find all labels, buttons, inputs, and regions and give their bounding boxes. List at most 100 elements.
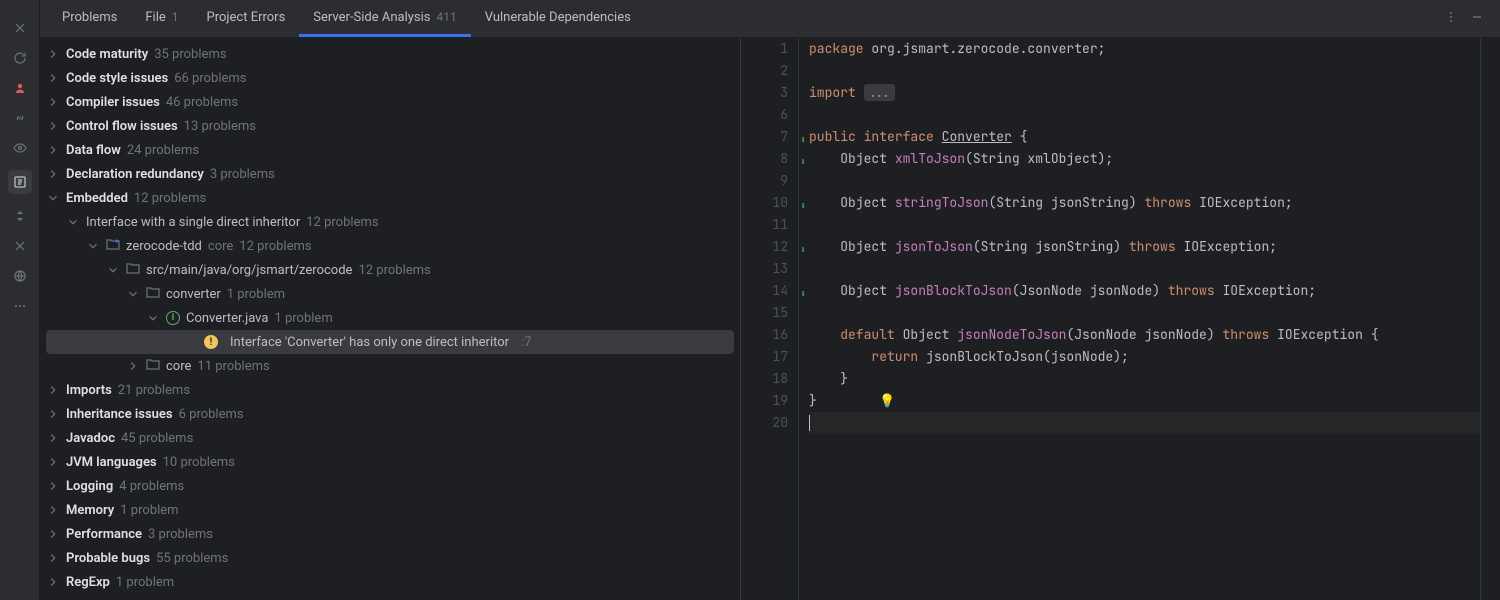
editor-code[interactable]: package org.jsmart.zerocode.converter; i…: [799, 38, 1480, 600]
tree-row[interactable]: Declaration redundancy3 problems: [40, 162, 740, 186]
chevron-right-icon[interactable]: [46, 383, 60, 397]
tree-row[interactable]: core11 problems: [40, 354, 740, 378]
tree-node-label: src/main/java/org/jsmart/zerocode: [146, 263, 352, 278]
minimize-icon[interactable]: [1470, 10, 1484, 28]
refresh-icon[interactable]: [12, 50, 28, 66]
chevron-right-icon[interactable]: [46, 167, 60, 181]
chevron-right-icon[interactable]: [46, 407, 60, 421]
chevron-right-icon[interactable]: [126, 359, 140, 373]
more-icon[interactable]: [12, 298, 28, 314]
line-number: 16: [741, 324, 788, 346]
user-icon[interactable]: [12, 80, 28, 96]
chevron-right-icon[interactable]: [46, 143, 60, 157]
line-number: 15: [741, 302, 788, 324]
tab-badge: 411: [437, 10, 457, 24]
collapse-icon[interactable]: [12, 238, 28, 254]
tree-node-count: 35 problems: [154, 47, 226, 62]
options-icon[interactable]: [1444, 10, 1458, 28]
chevron-down-icon[interactable]: [86, 239, 100, 253]
line-number: 7⬇: [741, 126, 788, 148]
tree-node-label: Control flow issues: [66, 119, 178, 134]
tree-node-label: Code style issues: [66, 71, 168, 86]
tree-row[interactable]: JVM languages10 problems: [40, 450, 740, 474]
preview-icon[interactable]: [8, 170, 32, 194]
tree-row[interactable]: zerocode-tddcore12 problems: [40, 234, 740, 258]
line-number: 18: [741, 368, 788, 390]
tree-row[interactable]: src/main/java/org/jsmart/zerocode12 prob…: [40, 258, 740, 282]
gutter-override-icon[interactable]: ⬇: [800, 129, 806, 151]
web-icon[interactable]: [12, 268, 28, 284]
tree-row[interactable]: Compiler issues46 problems: [40, 90, 740, 114]
bulb-icon[interactable]: 💡: [879, 392, 895, 409]
chevron-right-icon[interactable]: [46, 119, 60, 133]
chevron-down-icon[interactable]: [146, 311, 160, 325]
chevron-down-icon[interactable]: [106, 263, 120, 277]
tree-node-count: :7: [521, 335, 531, 350]
close-icon[interactable]: [12, 20, 28, 36]
tree-row[interactable]: Code maturity 35 problems: [40, 42, 740, 66]
gutter-override-icon[interactable]: ⬇: [800, 283, 806, 305]
tool-window-rail: [0, 0, 40, 600]
tree-row[interactable]: Interface with a single direct inheritor…: [40, 210, 740, 234]
gutter-override-icon[interactable]: ⬇: [800, 239, 806, 261]
tree-row[interactable]: Performance3 problems: [40, 522, 740, 546]
eye-icon[interactable]: [12, 140, 28, 156]
tree-row[interactable]: Imports21 problems: [40, 378, 740, 402]
tree-row[interactable]: Control flow issues13 problems: [40, 114, 740, 138]
tree-row[interactable]: Logging4 problems: [40, 474, 740, 498]
tree-node-label: converter: [166, 287, 221, 302]
chevron-down-icon[interactable]: [66, 215, 80, 229]
tree-node-count: 46 problems: [166, 95, 238, 110]
tab-vulnerable-dependencies[interactable]: Vulnerable Dependencies: [471, 0, 645, 37]
tree-node-count: 21 problems: [118, 383, 190, 398]
tree-row[interactable]: Embedded12 problems: [40, 186, 740, 210]
chevron-right-icon[interactable]: [46, 431, 60, 445]
tree-node-label: zerocode-tdd: [126, 239, 202, 254]
tree-row[interactable]: converter 1 problem: [40, 282, 740, 306]
tree-row[interactable]: IConverter.java1 problem: [40, 306, 740, 330]
tree-row[interactable]: RegExp1 problem: [40, 570, 740, 594]
tree-node-count: 3 problems: [148, 527, 213, 542]
tree-row[interactable]: Probable bugs55 problems: [40, 546, 740, 570]
tree-node-count: 12 problems: [239, 239, 311, 254]
chevron-right-icon[interactable]: [46, 455, 60, 469]
tab-project-errors[interactable]: Project Errors: [193, 0, 300, 37]
chevron-right-icon[interactable]: [46, 479, 60, 493]
tree-node-count: 10 problems: [163, 455, 235, 470]
chevron-right-icon[interactable]: [46, 575, 60, 589]
tab-label: Server-Side Analysis: [313, 10, 430, 25]
chevron-right-icon[interactable]: [46, 527, 60, 541]
gutter-override-icon[interactable]: ⬇: [800, 151, 806, 173]
tree-row[interactable]: !Interface 'Converter' has only one dire…: [46, 330, 734, 354]
chevron-right-icon[interactable]: [46, 503, 60, 517]
chevron-right-icon[interactable]: [46, 71, 60, 85]
tree-row[interactable]: Inheritance issues6 problems: [40, 402, 740, 426]
tree-row[interactable]: Code style issues66 problems: [40, 66, 740, 90]
chevron-right-icon[interactable]: [46, 95, 60, 109]
tree-node-label: Interface 'Converter' has only one direc…: [230, 335, 509, 350]
tree-row[interactable]: Data flow24 problems: [40, 138, 740, 162]
link-icon[interactable]: [12, 110, 28, 126]
tree-node-label: RegExp: [66, 575, 110, 590]
tree-row[interactable]: Javadoc45 problems: [40, 426, 740, 450]
tree-row[interactable]: Memory1 problem: [40, 498, 740, 522]
module-icon: [106, 237, 120, 255]
tree-node-label: Code maturity: [66, 47, 148, 62]
chevron-down-icon[interactable]: [46, 191, 60, 205]
tab-file[interactable]: File1: [131, 0, 192, 37]
line-number: 2: [741, 60, 788, 82]
problems-tree[interactable]: Code maturity 35 problems Code style issue…: [40, 38, 740, 600]
line-number: 9: [741, 170, 788, 192]
tree-node-count: 1 problem: [227, 287, 285, 302]
chevron-down-icon[interactable]: [126, 287, 140, 301]
tab-server-side-analysis[interactable]: Server-Side Analysis 411: [299, 0, 470, 37]
line-number: 20: [741, 412, 788, 434]
line-number: 14⬇: [741, 280, 788, 302]
chevron-right-icon[interactable]: [46, 551, 60, 565]
problems-tabs: ProblemsFile1Project ErrorsServer-Side A…: [40, 0, 1500, 38]
editor-marker-bar[interactable]: [1480, 38, 1500, 600]
chevron-right-icon[interactable]: [46, 47, 60, 61]
tab-problems[interactable]: Problems: [48, 0, 131, 37]
expand-icon[interactable]: [12, 208, 28, 224]
gutter-override-icon[interactable]: ⬇: [800, 195, 806, 217]
